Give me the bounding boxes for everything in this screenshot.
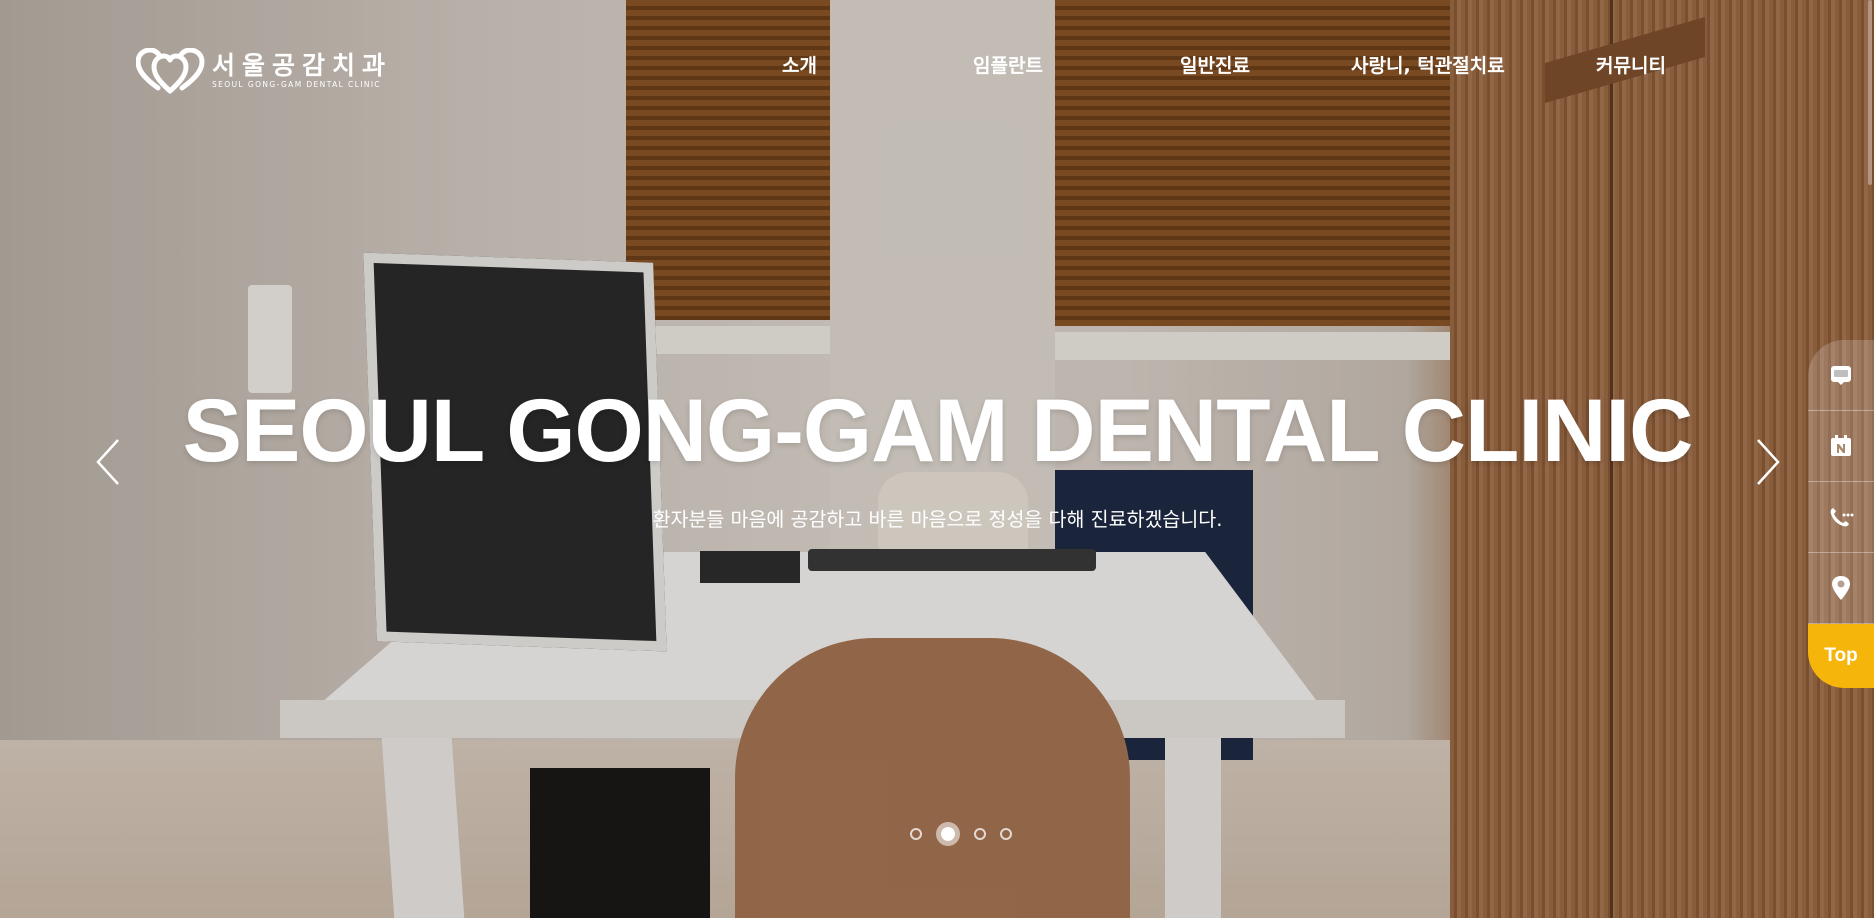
phone-icon	[1830, 508, 1854, 527]
quick-menu: Top	[1808, 340, 1874, 688]
scroll-to-top-button[interactable]: Top	[1808, 624, 1874, 688]
chevron-right-icon	[1757, 439, 1780, 485]
nav-item-general-care[interactable]: 일반진료	[1180, 51, 1250, 78]
blog-icon	[1831, 366, 1851, 385]
nav-item-wisdom-tooth-tmj[interactable]: 사랑니, 턱관절치료	[1351, 51, 1505, 78]
quick-location-button[interactable]	[1808, 553, 1874, 624]
naver-icon	[1831, 435, 1851, 456]
location-pin-icon	[1832, 576, 1850, 600]
quick-phone-button[interactable]	[1808, 482, 1874, 553]
hero-subtitle: 환자분들 마음에 공감하고 바른 마음으로 정성을 다해 진료하겠습니다.	[652, 508, 1223, 531]
slider-next-button[interactable]	[1748, 432, 1788, 492]
slider-prev-button[interactable]	[88, 432, 128, 492]
logo-english-name: SEOUL GONG-GAM DENTAL CLINIC	[212, 80, 382, 89]
slide-dot-4[interactable]	[1000, 828, 1012, 840]
quick-naver-booking-button[interactable]	[1808, 411, 1874, 482]
slide-dot-2-active[interactable]	[936, 822, 960, 846]
quick-blog-button[interactable]	[1808, 340, 1874, 411]
main-nav: 소개 임플란트 일반진료 사랑니, 턱관절치료 커뮤니티	[0, 51, 1874, 81]
page-scrollbar[interactable]	[1868, 0, 1872, 185]
chevron-left-icon	[96, 439, 119, 485]
hero-title: SEOUL GONG-GAM DENTAL CLINIC	[182, 380, 1694, 480]
slider-pagination	[903, 822, 1019, 846]
slide-dot-3[interactable]	[974, 828, 986, 840]
nav-item-implant[interactable]: 임플란트	[973, 51, 1043, 78]
nav-item-intro[interactable]: 소개	[782, 51, 817, 78]
slide-dot-1[interactable]	[910, 828, 922, 840]
nav-item-community[interactable]: 커뮤니티	[1596, 51, 1666, 78]
